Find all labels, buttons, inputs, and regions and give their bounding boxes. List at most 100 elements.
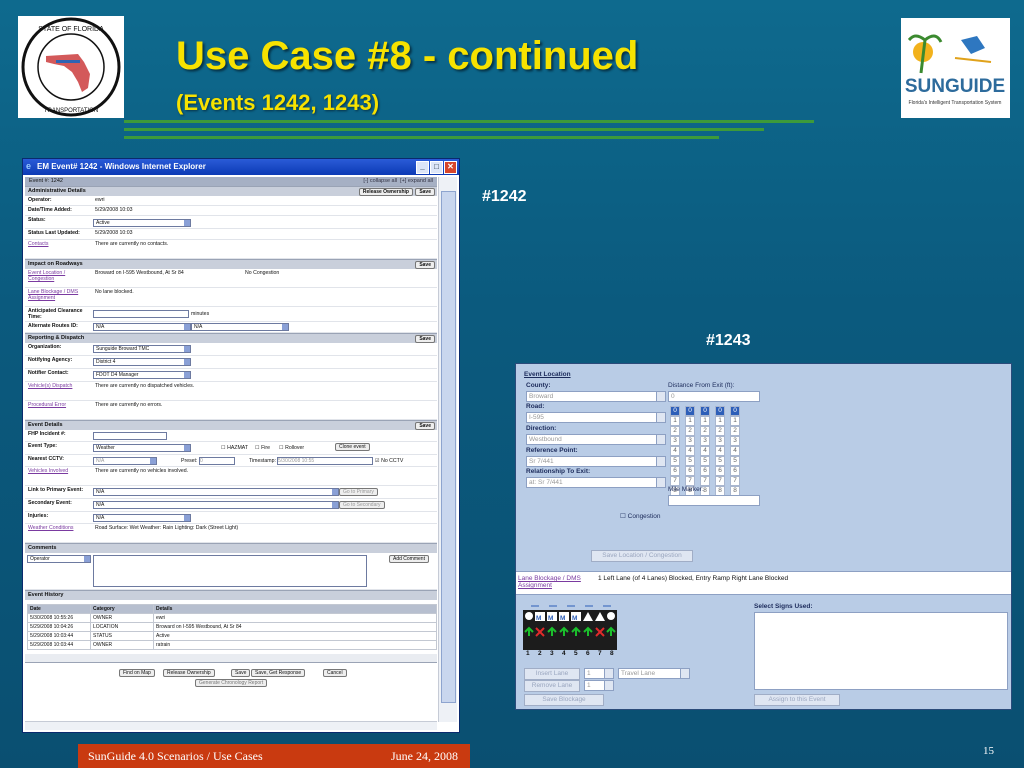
organization-select[interactable]: Sunguide Broward TMC (93, 345, 191, 353)
digit-option[interactable]: 1 (715, 416, 725, 426)
digit-option[interactable]: 6 (715, 466, 725, 476)
preset-input[interactable]: 0 (199, 457, 235, 465)
hazmat-checkbox[interactable]: ☐ HAZMAT (221, 445, 248, 451)
digit-option[interactable]: 4 (715, 446, 725, 456)
digit-option[interactable]: 2 (715, 426, 725, 436)
digit-option[interactable]: 5 (670, 456, 680, 466)
impact-save-button[interactable]: Save (415, 261, 435, 269)
agency-select[interactable]: District 4 (93, 358, 191, 366)
remove-lane-qty[interactable]: 1 (584, 680, 614, 691)
weather-conditions-link[interactable]: Weather Conditions (28, 525, 73, 531)
scroll-thumb[interactable] (441, 191, 456, 703)
window-titlebar[interactable]: e EM Event# 1242 - Windows Internet Expl… (23, 159, 459, 175)
event-location-link[interactable]: Event Location / Congestion (28, 270, 88, 282)
digit-column[interactable]: 0123456789 (730, 406, 740, 506)
vehicles-involved-link[interactable]: Vehicles Involved (28, 468, 68, 474)
relationship-select[interactable]: at: Sr 7/441 (526, 477, 666, 488)
secondary-event-select[interactable]: N/A (93, 501, 339, 509)
collapse-all-link[interactable]: [-] collapse all (363, 178, 397, 184)
contacts-link[interactable]: Contacts (28, 241, 48, 247)
reference-point-select[interactable]: Sr 7/441 (526, 456, 666, 467)
digit-option[interactable]: 4 (700, 446, 710, 456)
rollover-checkbox[interactable]: ☐ Rollover (279, 445, 304, 451)
release-ownership-bottom-button[interactable]: Release Ownership (163, 669, 215, 677)
go-to-secondary-button[interactable]: Go to Secondary (339, 501, 385, 509)
clone-event-button[interactable]: Clone event (335, 443, 370, 451)
insert-lane-button[interactable]: Insert Lane (524, 668, 580, 680)
digit-option[interactable]: 0 (670, 406, 680, 416)
lane-blockage-link-1243[interactable]: Lane Blockage / DMS Assignment (518, 575, 594, 589)
digit-column[interactable]: 0123456789 (715, 406, 725, 506)
digit-option[interactable]: 3 (715, 436, 725, 446)
digit-option[interactable]: 4 (685, 446, 695, 456)
event-type-select[interactable]: Weather (93, 444, 191, 452)
reporting-save-button[interactable]: Save (415, 335, 435, 343)
digit-option[interactable]: 6 (670, 466, 680, 476)
road-select[interactable]: I-595 (526, 412, 666, 423)
alternate-route-select-2[interactable]: N/A (191, 323, 289, 331)
digit-option[interactable]: 5 (685, 456, 695, 466)
digit-option[interactable]: 5 (730, 456, 740, 466)
minimize-icon[interactable]: _ (416, 161, 429, 174)
digit-option[interactable]: 6 (730, 466, 740, 476)
notifier-select[interactable]: FDOT D4 Manager (93, 371, 191, 379)
digit-option[interactable]: 7 (730, 476, 740, 486)
lane-type-select[interactable]: Travel Lane (618, 668, 690, 679)
injuries-select[interactable]: N/A (93, 514, 191, 522)
cancel-button[interactable]: Cancel (323, 669, 347, 677)
digit-option[interactable]: 1 (685, 416, 695, 426)
chronology-report-button[interactable]: Generate Chronology Report (195, 679, 268, 687)
cctv-select[interactable]: N/A (93, 457, 157, 465)
digit-option[interactable]: 3 (670, 436, 680, 446)
horizontal-scrollbar[interactable] (25, 721, 437, 730)
digit-option[interactable]: 2 (685, 426, 695, 436)
digit-option[interactable]: 7 (715, 476, 725, 486)
digit-option[interactable]: 0 (715, 406, 725, 416)
add-comment-button[interactable]: Add Comment (389, 555, 429, 563)
digit-option[interactable]: 3 (685, 436, 695, 446)
comment-textarea[interactable] (93, 555, 367, 587)
digit-option[interactable]: 2 (730, 426, 740, 436)
admin-save-button[interactable]: Save (415, 188, 435, 196)
digit-option[interactable]: 1 (700, 416, 710, 426)
maximize-icon[interactable]: □ (430, 161, 443, 174)
close-icon[interactable]: ✕ (444, 161, 457, 174)
digit-option[interactable]: 4 (670, 446, 680, 456)
signs-listbox[interactable] (754, 612, 1008, 690)
clearance-input[interactable] (93, 310, 189, 318)
alternate-route-select-1[interactable]: N/A (93, 323, 191, 331)
procedural-error-link[interactable]: Procedural Error (28, 402, 66, 408)
digit-option[interactable]: 0 (730, 406, 740, 416)
digit-option[interactable]: 7 (685, 476, 695, 486)
save-blockage-button[interactable]: Save Blockage (524, 694, 604, 706)
digit-option[interactable]: 0 (700, 406, 710, 416)
vertical-scrollbar[interactable] (438, 177, 457, 722)
digit-option[interactable]: 3 (730, 436, 740, 446)
digit-option[interactable]: 5 (715, 456, 725, 466)
comment-author-select[interactable]: Operator (27, 555, 91, 563)
lane-blockage-link[interactable]: Lane Blockage / DMS Assignment (28, 289, 90, 301)
digit-option[interactable]: 4 (730, 446, 740, 456)
no-cctv-checkbox[interactable]: ☑ No CCTV (375, 458, 403, 464)
distance-input[interactable]: 0 (668, 391, 760, 402)
find-on-map-button[interactable]: Find on Map (119, 669, 155, 677)
digit-option[interactable]: 7 (700, 476, 710, 486)
digit-option[interactable]: 7 (670, 476, 680, 486)
status-select[interactable]: Active (93, 219, 191, 227)
save-location-button[interactable]: Save Location / Congestion (591, 550, 693, 562)
digit-option[interactable]: 3 (700, 436, 710, 446)
digit-option[interactable]: 6 (685, 466, 695, 476)
digit-option[interactable]: 0 (685, 406, 695, 416)
digit-option[interactable]: 1 (670, 416, 680, 426)
digit-option[interactable]: 6 (700, 466, 710, 476)
release-ownership-button[interactable]: Release Ownership (358, 188, 413, 196)
save-bottom-button[interactable]: Save (231, 669, 251, 677)
digit-option[interactable]: 1 (730, 416, 740, 426)
go-to-primary-button[interactable]: Go to Primary (339, 488, 378, 496)
expand-all-link[interactable]: [+] expand all (400, 178, 433, 184)
digit-option[interactable]: 5 (700, 456, 710, 466)
congestion-checkbox[interactable]: ☐ Congestion (620, 512, 661, 520)
assign-to-event-button[interactable]: Assign to this Event (754, 694, 840, 706)
vehicle-dispatch-link[interactable]: Vehicle(s) Dispatch (28, 383, 72, 389)
remove-lane-button[interactable]: Remove Lane (524, 680, 580, 692)
